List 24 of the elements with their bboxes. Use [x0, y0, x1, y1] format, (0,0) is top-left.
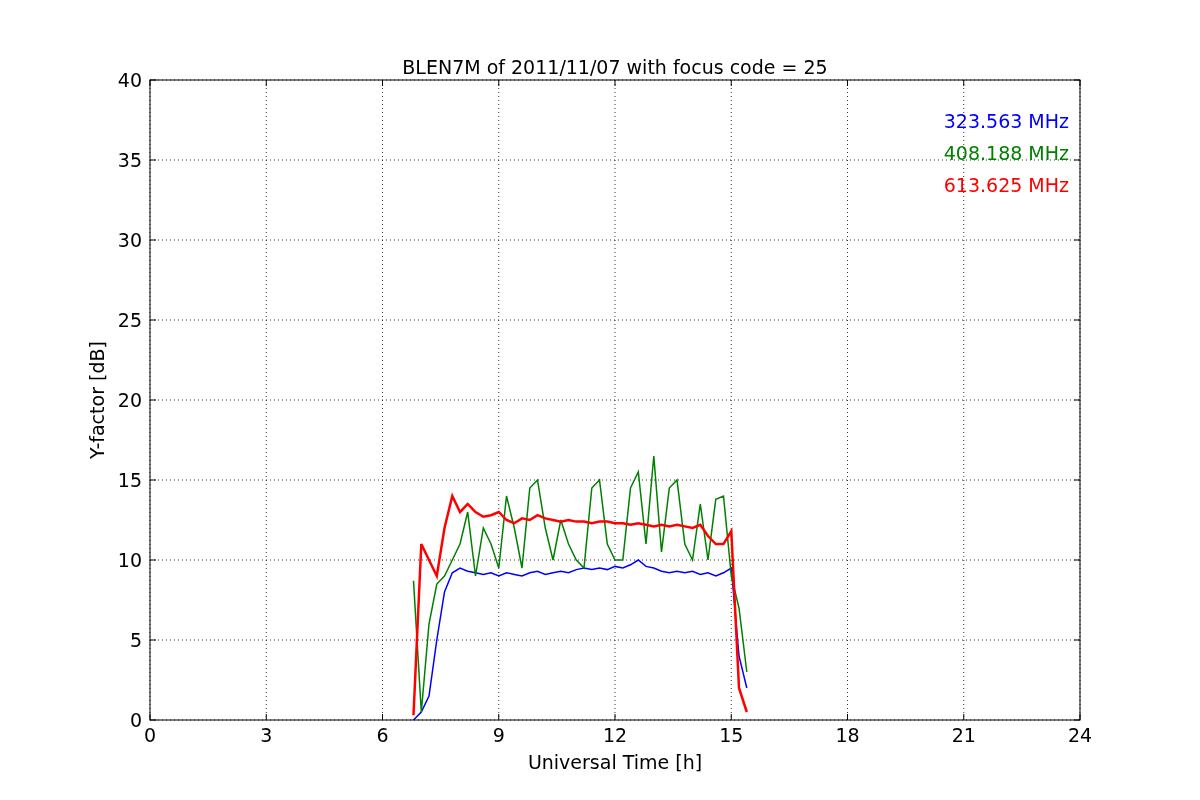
tick-label: 15	[719, 724, 744, 746]
tick-label: 40	[117, 69, 142, 91]
tick-label: 0	[143, 724, 157, 746]
axis-label: Universal Time [h]	[527, 751, 703, 773]
tick-label: 10	[117, 549, 142, 571]
legend-label: 613.625 MHz	[943, 174, 1069, 196]
tick-label: 3	[260, 724, 273, 746]
tick-label: 21	[951, 724, 976, 746]
tick-label: 25	[117, 309, 142, 331]
tick-label: 18	[835, 724, 860, 746]
tick-label: 12	[602, 724, 628, 746]
tick-label: 15	[117, 469, 142, 491]
tick-label: 24	[1067, 724, 1093, 746]
axis-label: Y-factor [dB]	[86, 341, 108, 459]
tick-label: 5	[129, 629, 142, 651]
tick-label: 30	[117, 229, 142, 251]
legend-label: 408.188 MHz	[943, 142, 1069, 164]
tick-label: 6	[376, 724, 389, 746]
tick-label: 9	[492, 724, 505, 746]
tick-label: 0	[129, 709, 142, 731]
chart-title: BLEN7M of 2011/11/07 with focus code = 25	[402, 56, 828, 78]
legend-label: 323.563 MHz	[943, 110, 1069, 132]
tick-label: 20	[117, 389, 142, 411]
tick-label: 35	[117, 149, 142, 171]
